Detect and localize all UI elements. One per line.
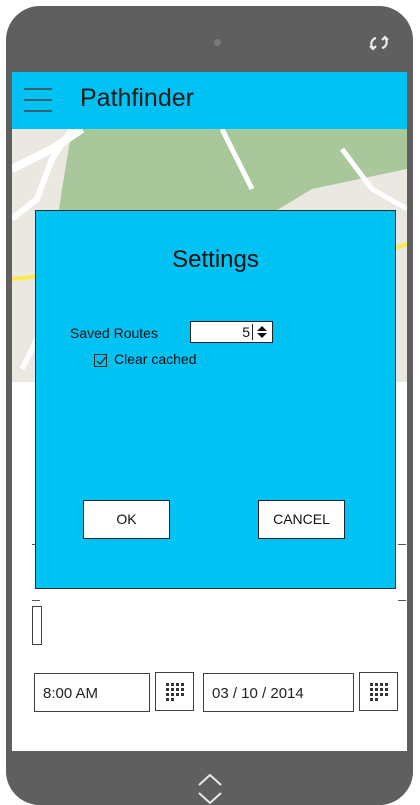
device-top-bar bbox=[6, 6, 413, 72]
date-field[interactable]: 03 / 10 / 2014 bbox=[203, 673, 354, 712]
app-title: Pathfinder bbox=[80, 84, 194, 112]
saved-routes-label: Saved Routes bbox=[70, 325, 158, 341]
calendar-grid-icon bbox=[166, 683, 184, 701]
chevron-up-down-icon[interactable] bbox=[196, 771, 224, 805]
camera-dot bbox=[214, 39, 221, 46]
time-field[interactable]: 8:00 AM bbox=[34, 673, 150, 712]
stepper-divider bbox=[252, 324, 253, 340]
form-edge bbox=[398, 544, 406, 545]
saved-routes-stepper[interactable]: 5 bbox=[190, 321, 273, 343]
hidden-field[interactable] bbox=[32, 606, 42, 645]
ok-button[interactable]: OK bbox=[83, 500, 170, 539]
form-edge bbox=[32, 600, 40, 601]
calendar-grid-icon bbox=[370, 683, 388, 701]
cancel-button[interactable]: CANCEL bbox=[258, 500, 345, 539]
clear-cached-label: Clear cached bbox=[114, 351, 197, 367]
date-picker-button[interactable] bbox=[359, 672, 398, 711]
checkmark-icon bbox=[96, 356, 107, 365]
time-picker-button[interactable] bbox=[155, 672, 194, 711]
app-header: Pathfinder bbox=[12, 72, 407, 129]
dialog-title: Settings bbox=[172, 246, 259, 273]
up-down-arrows-icon[interactable] bbox=[255, 325, 269, 339]
hamburger-icon[interactable] bbox=[24, 88, 52, 112]
clear-cached-checkbox[interactable] bbox=[94, 354, 107, 367]
settings-dialog: Settings Saved Routes 5 Clear cached OK … bbox=[35, 210, 396, 589]
form-edge bbox=[398, 600, 406, 601]
saved-routes-value[interactable]: 5 bbox=[242, 324, 250, 340]
device-nav-bar bbox=[6, 751, 413, 805]
rotate-icon[interactable] bbox=[367, 32, 391, 54]
